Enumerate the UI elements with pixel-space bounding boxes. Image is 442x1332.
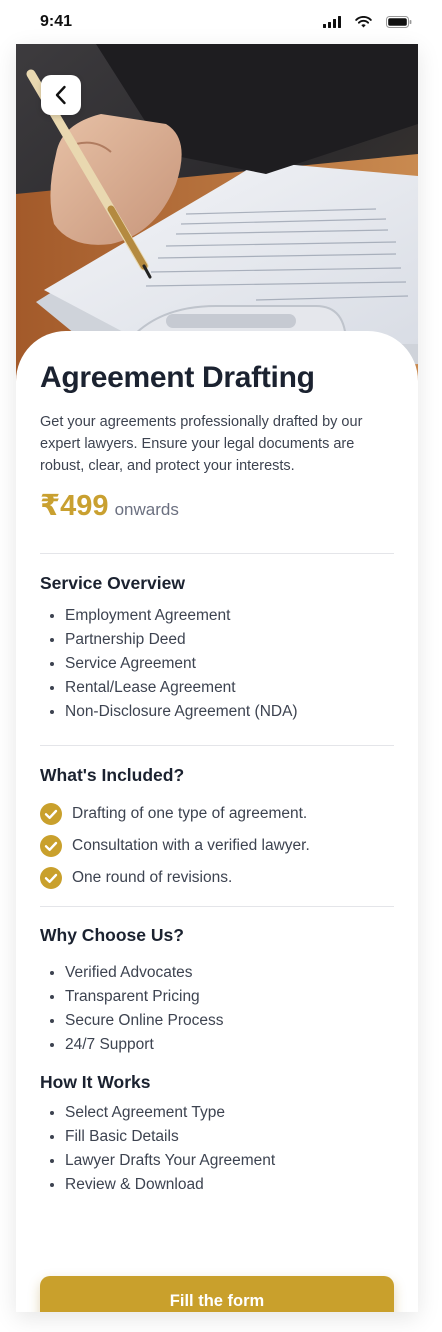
list-item-label: One round of revisions.	[72, 869, 233, 886]
service-card: Agreement Drafting Get your agreements p…	[16, 44, 418, 1312]
price-row: ₹499 onwards	[40, 488, 179, 523]
list-item: Rental/Lease Agreement	[40, 676, 298, 700]
list-item-label: Rental/Lease Agreement	[65, 679, 236, 696]
list-item: Employment Agreement	[40, 604, 298, 628]
service-overview-list: Employment Agreement Partnership Deed Se…	[40, 604, 298, 724]
list-item: Service Agreement	[40, 652, 298, 676]
list-item-label: Service Agreement	[65, 655, 196, 672]
status-icons	[323, 16, 412, 28]
list-item-label: Transparent Pricing	[65, 988, 200, 1005]
list-item-label: Non-Disclosure Agreement (NDA)	[65, 703, 298, 720]
bullet-dot	[50, 1019, 54, 1023]
list-item: Lawyer Drafts Your Agreement	[40, 1149, 275, 1173]
bullet-dot	[50, 971, 54, 975]
list-item: Review & Download	[40, 1173, 275, 1197]
bullet-dot	[50, 686, 54, 690]
section-title-how-it-works: How It Works	[40, 1072, 151, 1092]
divider	[40, 906, 394, 907]
list-item: Drafting of one type of agreement.	[40, 798, 310, 830]
price: ₹499	[40, 490, 109, 522]
list-item-label: Fill Basic Details	[65, 1128, 179, 1145]
list-item: Select Agreement Type	[40, 1101, 275, 1125]
list-item: Secure Online Process	[40, 1009, 224, 1033]
bullet-dot	[50, 1135, 54, 1139]
status-bar: 9:41	[0, 0, 442, 44]
list-item-label: Employment Agreement	[65, 607, 231, 624]
whats-included-list: Drafting of one type of agreement. Consu…	[40, 798, 310, 894]
list-item-label: Secure Online Process	[65, 1012, 224, 1029]
section-title-why-choose-us: Why Choose Us?	[40, 925, 184, 945]
page-description: Get your agreements professionally draft…	[40, 414, 363, 474]
bullet-dot	[50, 1159, 54, 1163]
check-circle-icon	[40, 867, 62, 889]
list-item: One round of revisions.	[40, 862, 310, 894]
wifi-icon	[355, 16, 372, 28]
bullet-dot	[50, 638, 54, 642]
list-item-label: Consultation with a verified lawyer.	[72, 837, 310, 854]
bullet-dot	[50, 1043, 54, 1047]
list-item: 24/7 Support	[40, 1033, 224, 1057]
bullet-dot	[50, 662, 54, 666]
bullet-dot	[50, 1183, 54, 1187]
list-item: Consultation with a verified lawyer.	[40, 830, 310, 862]
back-button[interactable]	[41, 75, 81, 115]
chevron-left-icon	[55, 85, 66, 105]
battery-icon	[386, 16, 412, 28]
list-item-label: Select Agreement Type	[65, 1104, 225, 1121]
list-item-label: Drafting of one type of agreement.	[72, 805, 308, 822]
list-item-label: 24/7 Support	[65, 1036, 154, 1053]
why-choose-us-list: Verified Advocates Transparent Pricing S…	[40, 961, 224, 1057]
check-circle-icon	[40, 803, 62, 825]
bullet-dot	[50, 1111, 54, 1115]
check-circle-icon	[40, 835, 62, 857]
list-item: Fill Basic Details	[40, 1125, 275, 1149]
list-item: Partnership Deed	[40, 628, 298, 652]
status-time: 9:41	[40, 13, 73, 30]
content-sheet: Agreement Drafting Get your agreements p…	[16, 331, 418, 1312]
section-title-whats-included: What's Included?	[40, 765, 185, 785]
list-item-label: Partnership Deed	[65, 631, 186, 648]
list-item: Verified Advocates	[40, 961, 224, 985]
price-suffix: onwards	[114, 500, 179, 519]
list-item: Non-Disclosure Agreement (NDA)	[40, 700, 298, 724]
list-item-label: Lawyer Drafts Your Agreement	[65, 1152, 276, 1169]
signal-icon	[323, 16, 341, 28]
fill-form-button[interactable]: Fill the form	[40, 1276, 394, 1312]
page-title: Agreement Drafting	[40, 361, 315, 394]
bullet-dot	[50, 995, 54, 999]
list-item-label: Verified Advocates	[65, 964, 193, 981]
list-item-label: Review & Download	[65, 1176, 204, 1193]
divider	[40, 553, 394, 554]
list-item: Transparent Pricing	[40, 985, 224, 1009]
how-it-works-list: Select Agreement Type Fill Basic Details…	[40, 1101, 275, 1197]
bullet-dot	[50, 614, 54, 618]
section-title-service-overview: Service Overview	[40, 573, 185, 593]
bullet-dot	[50, 710, 54, 714]
divider	[40, 745, 394, 746]
